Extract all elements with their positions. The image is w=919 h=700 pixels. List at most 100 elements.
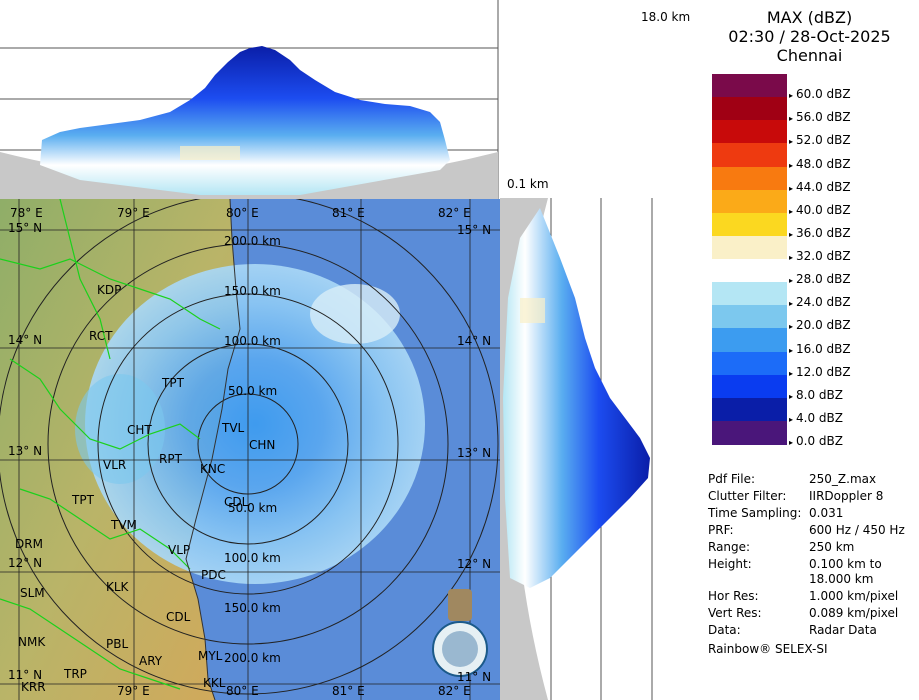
legend-swatch (712, 351, 787, 376)
meta-key: Height: (708, 557, 752, 571)
meta-value: 0.031 (809, 506, 844, 520)
meta-value: IIRDoppler 8 (809, 489, 884, 503)
top-height-profile (0, 0, 499, 200)
meta-value: 18.000 km (809, 572, 874, 586)
range-200-top: 200.0 km (224, 234, 281, 248)
meta-key: Range: (708, 540, 751, 554)
product-datetime: 02:30 / 28-Oct-2025 (728, 27, 891, 46)
lat-label-12: 12° N (8, 556, 43, 570)
legend-label: 16.0 dBZ (789, 342, 851, 356)
meta-row: Time Sampling: 0.031 (708, 506, 919, 522)
legend-label: 56.0 dBZ (789, 110, 851, 124)
place-pbl: PBL (106, 637, 129, 651)
place-vlr: VLR (103, 458, 127, 472)
meta-key: Clutter Filter: (708, 489, 787, 503)
meta-row: Hor Res: 1.000 km/pixel (708, 589, 919, 605)
legend-label: 4.0 dBZ (789, 411, 843, 425)
legend-swatch (712, 235, 787, 260)
meta-row: Range: 250 km (708, 540, 919, 556)
lat-label-13-right: 13° N (457, 446, 492, 460)
meta-value: 1.000 km/pixel (809, 589, 899, 603)
range-50-top: 50.0 km (228, 384, 278, 398)
place-trp: TRP (64, 667, 87, 681)
legend-label: 48.0 dBZ (789, 157, 851, 171)
meta-row: Clutter Filter: IIRDoppler 8 (708, 489, 919, 505)
meta-value: 0.100 km to (809, 557, 882, 571)
legend-swatch (712, 120, 787, 144)
lat-label-13: 13° N (8, 444, 43, 458)
side-height-label: 0.1 km (507, 177, 549, 191)
lat-label-14: 14° N (8, 333, 43, 347)
dbz-legend (712, 74, 787, 445)
meta-value: 0.089 km/pixel (809, 606, 899, 620)
meta-row: Height: 0.100 km to (708, 557, 919, 573)
side-height-profile (500, 198, 653, 700)
lon-label-79: 79° E (117, 206, 150, 220)
product-title: MAX (dBZ) (766, 8, 853, 27)
lon-label-81-bottom: 81° E (332, 684, 365, 698)
top-height-label: 18.0 km (641, 10, 691, 24)
place-slm: SLM (20, 586, 45, 600)
place-tvl: TVL (222, 421, 245, 435)
place-chn: CHN (249, 438, 276, 452)
legend-label: 52.0 dBZ (789, 133, 851, 147)
legend-label: 36.0 dBZ (789, 226, 851, 240)
lat-label-15: 15° N (8, 221, 43, 235)
legend-label: 0.0 dBZ (789, 434, 843, 448)
lon-label-82: 82° E (438, 206, 471, 220)
place-krr: KRR (21, 680, 46, 694)
range-150-bottom: 150.0 km (224, 601, 281, 615)
radar-product-view: 18.0 km 0.1 km 78° E 79° E 80° E 81° E 8… (0, 0, 919, 700)
lon-label-78: 78° E (10, 206, 43, 220)
lon-label-82-bottom: 82° E (438, 684, 471, 698)
place-knc: KNC (200, 462, 226, 476)
place-klk: KLK (106, 580, 129, 594)
place-ary: ARY (139, 654, 163, 668)
legend-swatch (712, 212, 787, 237)
place-tpt-2: TPT (72, 493, 94, 507)
place-cht: CHT (127, 423, 152, 437)
place-cdl-2: CDL (224, 495, 249, 509)
legend-label: 40.0 dBZ (789, 203, 851, 217)
meta-key: Vert Res: (708, 606, 762, 620)
legend-swatch (712, 420, 787, 445)
legend-label: 44.0 dBZ (789, 180, 851, 194)
meta-key: PRF: (708, 523, 734, 537)
meta-key: Hor Res: (708, 589, 759, 603)
legend-swatch (712, 166, 787, 191)
legend-swatch (712, 143, 787, 167)
place-vlp: VLP (168, 543, 191, 557)
lon-label-80-bottom: 80° E (226, 684, 259, 698)
legend-label: 60.0 dBZ (789, 87, 851, 101)
place-pdc: PDC (201, 568, 226, 582)
place-rct: RCT (89, 329, 113, 343)
lat-label-15-right: 15° N (457, 223, 492, 237)
place-cdl: CDL (166, 610, 191, 624)
place-drm: DRM (15, 537, 43, 551)
lon-label-80: 80° E (226, 206, 259, 220)
range-100-top: 100.0 km (224, 334, 281, 348)
range-200-bottom: 200.0 km (224, 651, 281, 665)
place-myl: MYL (198, 649, 223, 663)
legend-label: 28.0 dBZ (789, 272, 851, 286)
product-header: MAX (dBZ) 02:30 / 28-Oct-2025 Chennai (700, 8, 919, 65)
meta-row: Pdf File: 250_Z.max (708, 472, 919, 488)
footer-brand: Rainbow® SELEX-SI (708, 642, 828, 656)
lat-label-11-right: 11° N (457, 670, 492, 684)
meta-row: Vert Res: 0.089 km/pixel (708, 606, 919, 622)
place-nmk: NMK (18, 635, 46, 649)
meta-value: 250_Z.max (809, 472, 877, 486)
meta-value: 250 km (809, 540, 855, 554)
meta-key: Data: (708, 623, 741, 637)
legend-label: 24.0 dBZ (789, 295, 851, 309)
meta-key: Pdf File: (708, 472, 756, 486)
legend-swatch (712, 74, 787, 98)
legend-swatch (712, 328, 787, 352)
legend-swatch (712, 189, 787, 214)
range-150-top: 150.0 km (224, 284, 281, 298)
place-kdp: KDP (97, 283, 122, 297)
meta-value: Radar Data (809, 623, 877, 637)
station-name: Chennai (776, 46, 843, 65)
meta-value: 600 Hz / 450 Hz (809, 523, 905, 537)
lon-label-79-bottom: 79° E (117, 684, 150, 698)
